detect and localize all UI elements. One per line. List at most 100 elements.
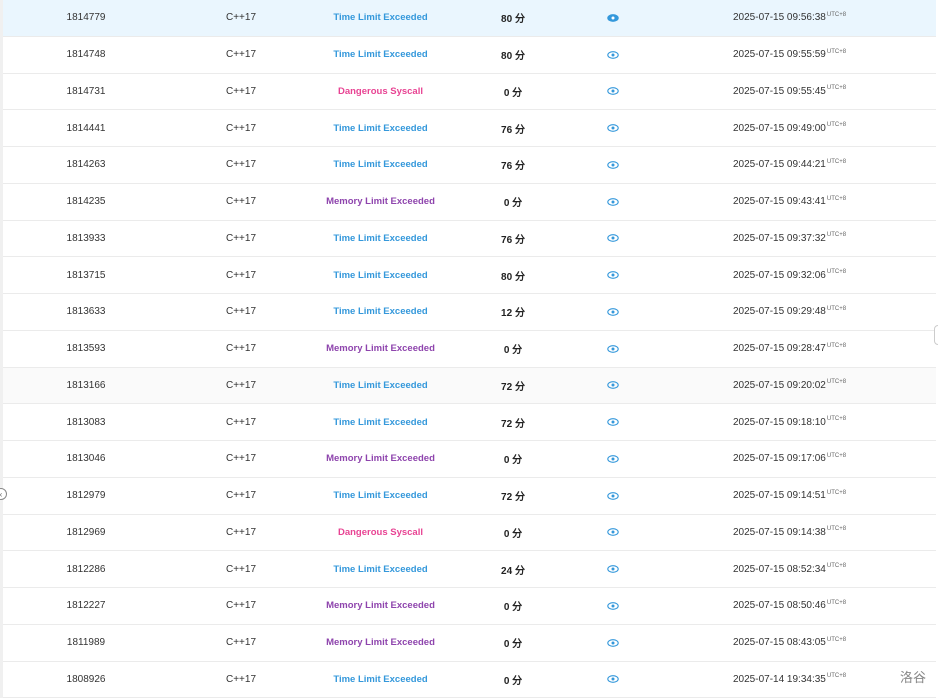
submission-id[interactable]: 1813593 [41, 331, 131, 367]
view-record-button[interactable] [593, 184, 633, 220]
view-record-button[interactable] [593, 551, 633, 587]
submission-id[interactable]: 1813046 [41, 441, 131, 477]
status-link[interactable]: Time Limit Exceeded [293, 662, 468, 698]
view-record-button[interactable] [593, 662, 633, 698]
score-value: 0 分 [503, 602, 523, 614]
table-row[interactable]: 1812969 C++17 Dangerous Syscall 0 分 2025… [3, 514, 936, 552]
view-record-button[interactable] [593, 257, 633, 293]
submission-id[interactable]: 1814441 [41, 110, 131, 146]
view-record-button[interactable] [593, 294, 633, 330]
view-record-button[interactable] [593, 515, 633, 551]
language-label: C++17 [225, 269, 257, 281]
table-row[interactable]: 1813715 C++17 Time Limit Exceeded 80 分 2… [3, 257, 936, 294]
status-link[interactable]: Time Limit Exceeded [293, 37, 468, 73]
submission-id[interactable]: 1813633 [41, 294, 131, 330]
score-value: 12 分 [501, 308, 525, 320]
table-row[interactable]: 1814779 C++17 Time Limit Exceeded 80 分 2… [3, 0, 936, 37]
status-link[interactable]: Time Limit Exceeded [293, 294, 468, 330]
status-link[interactable]: Dangerous Syscall [293, 74, 468, 110]
view-record-button[interactable] [593, 404, 633, 440]
submission-id[interactable]: 1813166 [41, 368, 131, 404]
submit-time-text: 2025-07-15 09:18:10 [733, 416, 826, 428]
view-record-button[interactable] [593, 368, 633, 404]
language-label: C++17 [225, 526, 257, 538]
language-label: C++17 [225, 673, 257, 685]
submit-time: 2025-07-14 19:34:35 UTC+8 [733, 662, 873, 698]
view-record-button[interactable] [593, 441, 633, 477]
status-link[interactable]: Time Limit Exceeded [293, 257, 468, 293]
table-row[interactable]: 1814748 C++17 Time Limit Exceeded 80 分 2… [3, 36, 936, 74]
view-record-button[interactable] [593, 588, 633, 624]
table-row[interactable]: 1813933 C++17 Time Limit Exceeded 76 分 2… [3, 220, 936, 258]
submission-id[interactable]: 1811989 [41, 625, 131, 661]
submit-time-text: 2025-07-15 09:20:02 [733, 379, 826, 391]
table-row[interactable]: 1808926 C++17 Time Limit Exceeded 0 分 20… [3, 661, 936, 698]
table-row[interactable]: 1814731 C++17 Dangerous Syscall 0 分 2025… [3, 73, 936, 111]
submission-id[interactable]: 1812227 [41, 588, 131, 624]
submission-id[interactable]: 1812286 [41, 551, 131, 587]
submission-id[interactable]: 1814779 [41, 0, 131, 36]
table-row[interactable]: 1814235 C++17 Memory Limit Exceeded 0 分 … [3, 183, 936, 221]
table-row[interactable]: 1812227 C++17 Memory Limit Exceeded 0 分 … [3, 588, 936, 625]
table-row[interactable]: 1813166 C++17 Time Limit Exceeded 72 分 2… [3, 367, 936, 405]
score-value: 76 分 [501, 124, 525, 136]
submission-id[interactable]: 1814235 [41, 184, 131, 220]
view-record-button[interactable] [593, 74, 633, 110]
status-link[interactable]: Time Limit Exceeded [293, 478, 468, 514]
status-link[interactable]: Time Limit Exceeded [293, 551, 468, 587]
table-row[interactable]: 1812286 C++17 Time Limit Exceeded 24 分 2… [3, 551, 936, 588]
view-record-button[interactable] [593, 221, 633, 257]
timezone-label: UTC+8 [826, 452, 847, 459]
status-link[interactable]: Memory Limit Exceeded [293, 625, 468, 661]
submission-id[interactable]: 1814731 [41, 74, 131, 110]
table-row[interactable]: 1813633 C++17 Time Limit Exceeded 12 分 2… [3, 294, 936, 331]
submission-id[interactable]: 1813715 [41, 257, 131, 293]
table-row[interactable]: 1813593 C++17 Memory Limit Exceeded 0 分 … [3, 330, 936, 368]
table-row[interactable]: 1814441 C++17 Time Limit Exceeded 76 分 2… [3, 110, 936, 147]
view-record-button[interactable] [593, 478, 633, 514]
status-link[interactable]: Time Limit Exceeded [293, 221, 468, 257]
status-link[interactable]: Memory Limit Exceeded [293, 588, 468, 624]
submit-time-text: 2025-07-15 09:29:48 [733, 306, 826, 318]
score-value: 76 分 [501, 161, 525, 173]
status-link[interactable]: Time Limit Exceeded [293, 0, 468, 36]
status-link[interactable]: Dangerous Syscall [293, 515, 468, 551]
table-row[interactable]: 1814263 C++17 Time Limit Exceeded 76 分 2… [3, 147, 936, 184]
view-record-button[interactable] [593, 110, 633, 146]
submission-id[interactable]: 1814748 [41, 37, 131, 73]
submit-time-text: 2025-07-15 09:17:06 [733, 453, 826, 465]
timezone-label: UTC+8 [826, 85, 847, 92]
eye-icon [607, 455, 619, 463]
status-link[interactable]: Memory Limit Exceeded [293, 441, 468, 477]
submission-id[interactable]: 1808926 [41, 662, 131, 698]
timezone-label: UTC+8 [826, 195, 847, 202]
status-link[interactable]: Time Limit Exceeded [293, 110, 468, 146]
submit-time-text: 2025-07-15 08:43:05 [733, 637, 826, 649]
table-row[interactable]: 1813083 C++17 Time Limit Exceeded 72 分 2… [3, 404, 936, 441]
submission-list-page: 1814779 C++17 Time Limit Exceeded 80 分 2… [0, 0, 938, 698]
status-link[interactable]: Memory Limit Exceeded [293, 184, 468, 220]
submit-time: 2025-07-15 09:55:45 UTC+8 [733, 74, 873, 110]
submission-id[interactable]: 1814263 [41, 147, 131, 183]
view-record-button[interactable] [593, 331, 633, 367]
timezone-label: UTC+8 [826, 232, 847, 239]
submission-id[interactable]: 1812969 [41, 515, 131, 551]
view-record-button[interactable] [593, 625, 633, 661]
view-record-button[interactable] [593, 147, 633, 183]
status-link[interactable]: Time Limit Exceeded [293, 147, 468, 183]
table-row[interactable]: 1812979 C++17 Time Limit Exceeded 72 分 2… [3, 477, 936, 515]
table-row[interactable]: 1813046 C++17 Memory Limit Exceeded 0 分 … [3, 441, 936, 478]
status-link[interactable]: Time Limit Exceeded [293, 404, 468, 440]
timezone-label: UTC+8 [826, 379, 847, 386]
status-link[interactable]: Memory Limit Exceeded [293, 331, 468, 367]
submission-id[interactable]: 1812979 [41, 478, 131, 514]
score-value: 0 分 [503, 528, 523, 540]
submission-id[interactable]: 1813083 [41, 404, 131, 440]
submit-time: 2025-07-15 09:14:38 UTC+8 [733, 515, 873, 551]
view-record-button[interactable] [593, 37, 633, 73]
status-link[interactable]: Time Limit Exceeded [293, 368, 468, 404]
submission-id[interactable]: 1813933 [41, 221, 131, 257]
table-row[interactable]: 1811989 C++17 Memory Limit Exceeded 0 分 … [3, 624, 936, 662]
scroll-handle-right[interactable] [934, 325, 938, 345]
view-record-button[interactable] [593, 0, 633, 36]
